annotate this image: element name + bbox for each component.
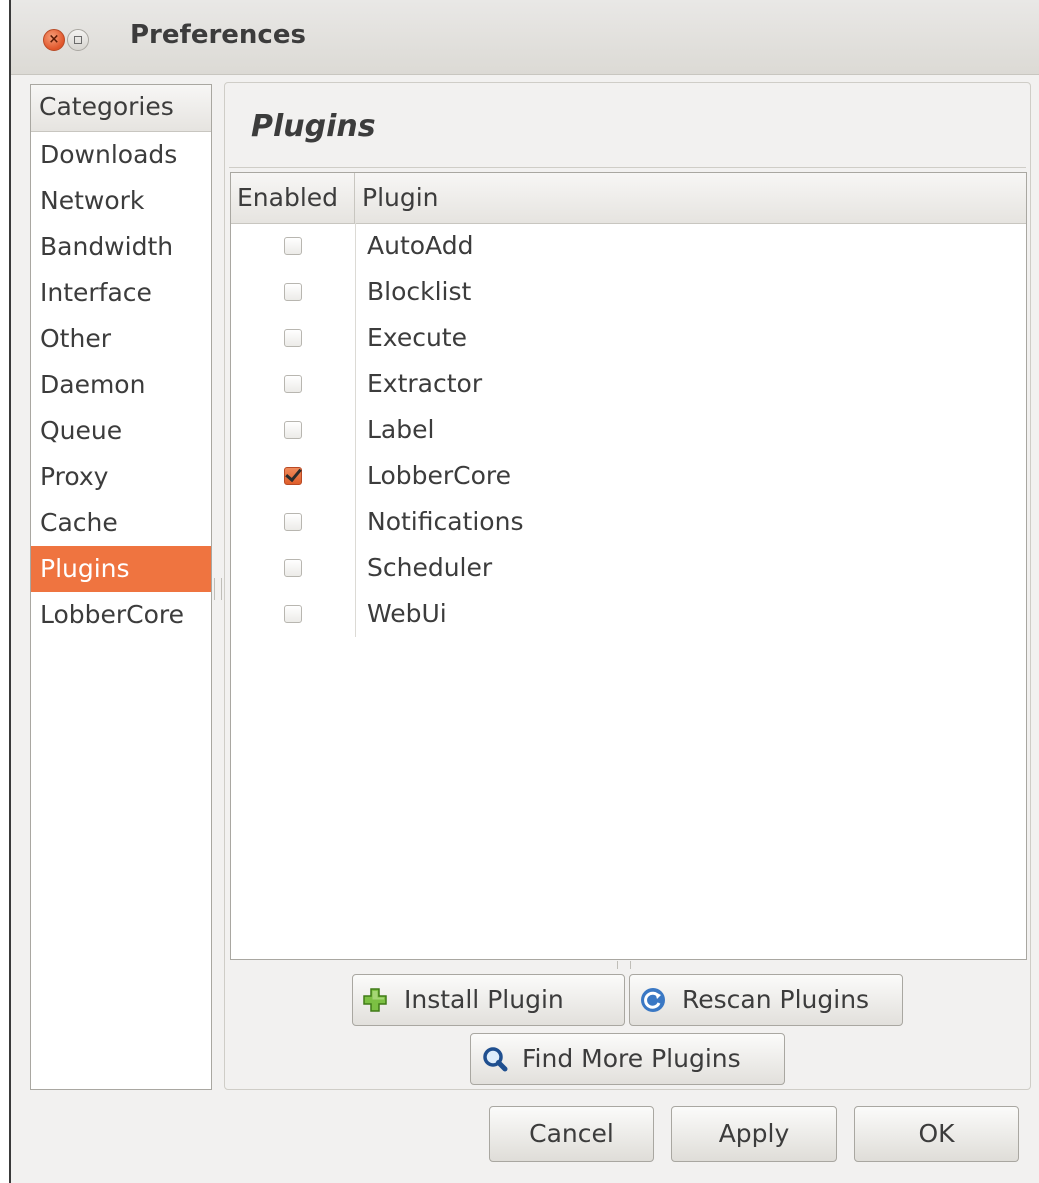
plugin-name: Extractor [367, 369, 483, 398]
category-item-other[interactable]: Other [31, 316, 211, 362]
plugin-name: Scheduler [367, 553, 493, 582]
category-item-queue[interactable]: Queue [31, 408, 211, 454]
pane-grip-handle[interactable] [617, 961, 631, 969]
enabled-checkbox[interactable] [284, 237, 302, 255]
table-row[interactable]: AutoAdd [231, 223, 1026, 269]
table-row[interactable]: Blocklist [231, 269, 1026, 315]
find-more-plugins-label: Find More Plugins [522, 1044, 741, 1073]
plugins-panel: Plugins Enabled Plugin AutoAdd Blocklist [224, 82, 1031, 1090]
close-icon[interactable]: × [43, 29, 65, 51]
install-plugin-button[interactable]: Install Plugin [352, 974, 625, 1026]
enabled-checkbox[interactable] [284, 283, 302, 301]
plugin-name: AutoAdd [367, 231, 474, 260]
enabled-checkbox[interactable] [284, 559, 302, 577]
enabled-checkbox[interactable] [284, 421, 302, 439]
categories-header[interactable]: Categories [31, 85, 211, 132]
refresh-icon [641, 988, 665, 1012]
cancel-button[interactable]: Cancel [489, 1106, 654, 1162]
category-item-proxy[interactable]: Proxy [31, 454, 211, 500]
category-item-lobbercore[interactable]: LobberCore [31, 592, 211, 638]
add-icon [363, 988, 387, 1012]
title-divider [229, 167, 1026, 168]
table-row[interactable]: Label [231, 407, 1026, 453]
category-item-plugins[interactable]: Plugins [31, 546, 211, 592]
enabled-checkbox[interactable] [284, 329, 302, 347]
plugin-name: Label [367, 415, 435, 444]
window-title: Preferences [130, 20, 306, 50]
plugin-name: WebUi [367, 599, 447, 628]
preferences-window: × Preferences Categories Downloads Netwo… [9, 0, 1039, 1183]
table-row[interactable]: Extractor [231, 361, 1026, 407]
search-icon [483, 1047, 508, 1072]
table-row[interactable]: Notifications [231, 499, 1026, 545]
enabled-checkbox[interactable] [284, 513, 302, 531]
title-bar: × Preferences [11, 0, 1039, 75]
rescan-plugins-label: Rescan Plugins [682, 985, 870, 1014]
plugin-name: LobberCore [367, 461, 512, 490]
table-row[interactable]: LobberCore [231, 453, 1026, 499]
category-item-interface[interactable]: Interface [31, 270, 211, 316]
plugin-name: Blocklist [367, 277, 472, 306]
table-row[interactable]: Execute [231, 315, 1026, 361]
category-item-cache[interactable]: Cache [31, 500, 211, 546]
category-item-downloads[interactable]: Downloads [31, 132, 211, 178]
enabled-checkbox[interactable] [284, 375, 302, 393]
plugins-table: Enabled Plugin AutoAdd Blocklist Execute [230, 172, 1027, 960]
plugin-name: Notifications [367, 507, 524, 536]
column-header-plugin[interactable]: Plugin [362, 173, 439, 223]
install-plugin-label: Install Plugin [404, 985, 564, 1014]
category-item-daemon[interactable]: Daemon [31, 362, 211, 408]
column-header-enabled[interactable]: Enabled [231, 173, 355, 223]
category-item-bandwidth[interactable]: Bandwidth [31, 224, 211, 270]
maximize-icon[interactable] [67, 29, 89, 51]
enabled-checkbox-checked[interactable] [284, 467, 302, 485]
find-more-plugins-button[interactable]: Find More Plugins [470, 1033, 785, 1085]
categories-list: Categories Downloads Network Bandwidth I… [30, 84, 212, 1090]
apply-button[interactable]: Apply [671, 1106, 837, 1162]
page-title: Plugins [251, 109, 376, 144]
pane-resize-handle[interactable] [214, 578, 222, 600]
enabled-checkbox[interactable] [284, 605, 302, 623]
table-row[interactable]: Scheduler [231, 545, 1026, 591]
plugin-name: Execute [367, 323, 467, 352]
table-row[interactable]: WebUi [231, 591, 1026, 637]
plugin-rows: AutoAdd Blocklist Execute Extractor Labe… [231, 223, 1026, 637]
category-item-network[interactable]: Network [31, 178, 211, 224]
rescan-plugins-button[interactable]: Rescan Plugins [629, 974, 903, 1026]
table-header: Enabled Plugin [231, 173, 1026, 224]
ok-button[interactable]: OK [854, 1106, 1019, 1162]
